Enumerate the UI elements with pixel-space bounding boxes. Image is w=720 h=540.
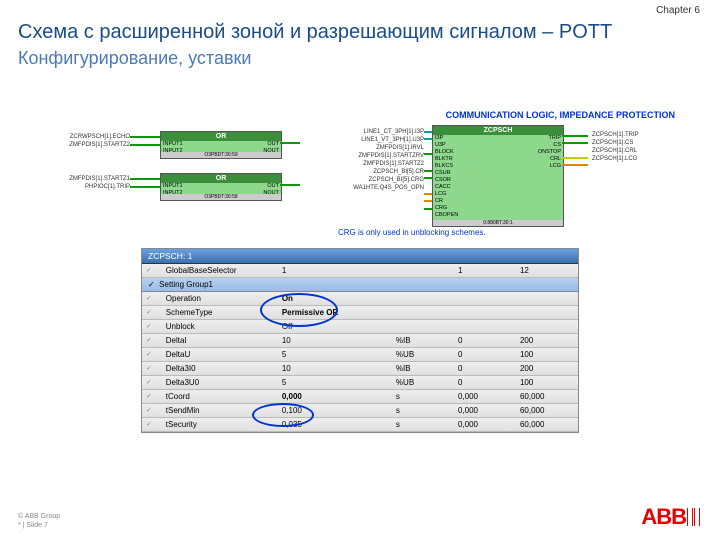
note: CRG is only used in unblocking schemes. bbox=[338, 228, 486, 237]
wire bbox=[562, 157, 588, 159]
wire bbox=[130, 178, 160, 180]
abb-logo: ABB bbox=[641, 504, 700, 530]
wire bbox=[130, 186, 160, 188]
or-block-2: OR INPUT1INPUT2 OUTNOUT O3PBDT:30:58 bbox=[160, 173, 282, 201]
title-line2: Конфигурирование, уставки bbox=[18, 47, 612, 70]
block-diagram: ZCRWPSCH[1].ECHO ZMFPDIS[1].STARTZ2 ZMFP… bbox=[22, 125, 698, 230]
wire bbox=[424, 153, 432, 155]
wire bbox=[280, 184, 300, 186]
wire bbox=[562, 142, 588, 144]
table-row: ✓OperationOn bbox=[142, 292, 578, 306]
right-terms: ZCPSCH[1].TRIP ZCPSCH[1].CS ZCPSCH[1].CR… bbox=[592, 131, 692, 163]
settings-table: ZCPSCH: 1 ✓ GlobalBaseSelector 1 1 12 ✓ … bbox=[141, 248, 579, 433]
diagram-title: COMMUNICATION LOGIC, IMPEDANCE PROTECTIO… bbox=[446, 110, 675, 120]
main-block: ZCPSCH I3P U3P BLOCK BLKTR BLKCS CSUR CS… bbox=[432, 125, 564, 227]
wire bbox=[424, 208, 432, 210]
wire bbox=[424, 177, 432, 179]
left-terms-2: ZMFPDIS[1].STARTZ1 PHPIOC[1].TRIP bbox=[22, 175, 130, 191]
wire bbox=[424, 131, 432, 133]
table-row: ✓Delta3I010%IB0200 bbox=[142, 362, 578, 376]
wire bbox=[130, 136, 160, 138]
table-row: ✓Delta3U05%UB0100 bbox=[142, 376, 578, 390]
title-line1: Схема с расширенной зоной и разрешающим … bbox=[18, 21, 612, 43]
wire bbox=[424, 138, 432, 140]
table-row: ✓DeltaI10%IB0200 bbox=[142, 334, 578, 348]
table-header: ZCPSCH: 1 bbox=[142, 249, 578, 264]
footer: © ABB Group * | Slide 7 bbox=[18, 512, 60, 530]
table-row: ✓UnblockOff bbox=[142, 320, 578, 334]
mid-terms: LINE1_CT_3PH[1].I3P LINE1_VT_3PH[1].U3P … bbox=[306, 128, 424, 192]
wire bbox=[424, 170, 432, 172]
wire bbox=[562, 135, 588, 137]
table-row: ✓SchemeTypePermissive OR bbox=[142, 306, 578, 320]
table-row: ✓ GlobalBaseSelector 1 1 12 bbox=[142, 264, 578, 278]
table-row: ✓tSendMin0,100s0,00060,000 bbox=[142, 404, 578, 418]
wire bbox=[130, 144, 160, 146]
chapter-label: Chapter 6 bbox=[656, 5, 700, 16]
wire bbox=[280, 142, 300, 144]
left-terms-1: ZCRWPSCH[1].ECHO ZMFPDIS[1].STARTZ2 bbox=[22, 133, 130, 149]
wire bbox=[424, 200, 432, 202]
wire bbox=[562, 164, 588, 166]
wire bbox=[424, 193, 432, 195]
table-row: ✓DeltaU5%UB0100 bbox=[142, 348, 578, 362]
page-title: Схема с расширенной зоной и разрешающим … bbox=[18, 20, 612, 70]
table-row: ✓tSecurity0,035s0,00060,000 bbox=[142, 418, 578, 432]
table-row: ✓tCoord0,000s0,00060,000 bbox=[142, 390, 578, 404]
or-block-1: OR INPUT1INPUT2 OUTNOUT O3PBDT:30:59 bbox=[160, 131, 282, 159]
table-section: ✓ Setting Group1 bbox=[142, 278, 578, 292]
